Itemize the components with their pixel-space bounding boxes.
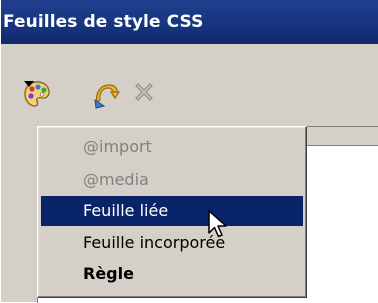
panel-title: Feuilles de style CSS bbox=[3, 12, 204, 32]
panel-gutter bbox=[1, 126, 37, 302]
wizard-button[interactable] bbox=[91, 80, 123, 110]
menu-item-linked-sheet[interactable]: Feuille liée bbox=[41, 196, 303, 226]
menu-item-rule[interactable]: Règle bbox=[41, 259, 303, 289]
panel-titlebar[interactable]: Feuilles de style CSS bbox=[1, 0, 378, 44]
menu-item-embedded-sheet[interactable]: Feuille incorporée bbox=[41, 228, 303, 258]
css-stylesheets-panel: Feuilles de style CSS @import @media Feu… bbox=[0, 0, 378, 303]
wizard-icon bbox=[94, 84, 121, 109]
delete-button[interactable] bbox=[132, 80, 160, 110]
new-style-button[interactable] bbox=[23, 80, 81, 110]
new-style-menu: @import @media Feuille liée Feuille inco… bbox=[37, 126, 307, 298]
mouse-cursor-icon bbox=[208, 210, 227, 238]
menu-item-media: @media bbox=[83, 170, 149, 189]
delete-icon bbox=[135, 83, 153, 101]
toolbar bbox=[1, 44, 378, 126]
chevron-down-icon[interactable] bbox=[23, 80, 35, 88]
menu-item-import: @import bbox=[83, 137, 152, 156]
